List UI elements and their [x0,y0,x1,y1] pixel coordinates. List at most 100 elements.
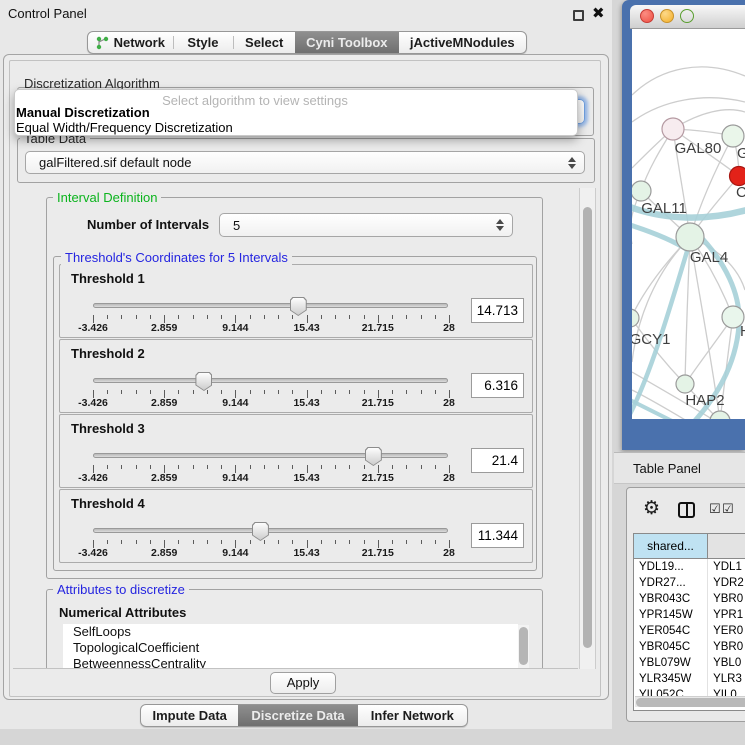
table-horizontal-scrollbar[interactable] [635,696,745,707]
apply-button[interactable]: Apply [270,672,336,694]
threshold-4-value-field[interactable]: 11.344 [471,523,524,548]
network-canvas[interactable]: GAL80 G C GAL11 GAL4 GCY1 H HAP2 [632,29,745,419]
slider-thumb[interactable] [290,297,307,316]
node-label-gcy1: GCY1 [632,331,670,348]
tab-select[interactable]: Select [233,32,295,53]
tab-infer-network[interactable]: Infer Network [358,705,467,726]
threshold-4-box: Threshold 4 -3.4262.8599.14415.4321.7152… [59,489,533,563]
node-red-selected[interactable] [730,167,745,186]
table-row[interactable]: YLR345WYLR3 [634,671,745,687]
threshold-3-value-field[interactable]: 21.4 [471,448,524,473]
close-traffic-light-icon[interactable] [640,9,654,23]
node-hap2[interactable] [676,375,694,393]
minimize-traffic-light-icon[interactable] [660,9,674,23]
slider-thumb[interactable] [365,447,382,466]
threshold-2-value-field[interactable]: 6.316 [471,373,524,398]
checkbox-icon[interactable]: ☑ [709,501,721,517]
node-label-gal11: GAL11 [641,200,687,217]
table-panel-window: ⚙ ☑ ☑ shared... n YDL19...YDL1YDR27...YD… [626,487,745,722]
threshold-3-box: Threshold 3 -3.4262.8599.14415.4321.7152… [59,414,533,488]
scrollbar-thumb[interactable] [636,698,745,707]
attribute-list-item[interactable]: TopologicalCoefficient [63,640,518,656]
table-row[interactable]: YER054CYER0 [634,623,745,639]
tab-jactivemnodules[interactable]: jActiveMNodules [399,32,526,53]
node-gcy1[interactable] [632,309,639,327]
network-view-window[interactable]: GAL80 G C GAL11 GAL4 GCY1 H HAP2 [622,0,745,450]
screenshot-stage: Control Panel ✖ Network Style Se [0,0,745,745]
table-row[interactable]: YBR045CYBR0 [634,639,745,655]
column-header-name[interactable]: n [708,534,745,558]
node-label-g: G [737,145,745,162]
node-attribute-table: shared... n YDL19...YDL1YDR27...YDR2YBR0… [633,533,745,711]
table-body: YDL19...YDL1YDR27...YDR2YBR043CYBR0YPR14… [634,559,745,703]
tab-style[interactable]: Style [173,32,234,53]
float-window-icon[interactable] [573,10,584,21]
thresholds-group: Threshold's Coordinates for 5 Intervals … [53,256,537,571]
attribute-list-item[interactable]: SelfLoops [63,624,518,640]
threshold-1-label: Threshold 1 [71,271,145,286]
settings-vertical-scrollbar[interactable] [579,188,596,669]
number-of-intervals-value: 5 [233,218,240,233]
algorithm-dropdown-popup: Select algorithm to view settings Manual… [14,89,578,136]
interval-definition-group-label: Interval Definition [53,190,161,205]
algorithm-item-equal-width[interactable]: Equal Width/Frequency Discretization [16,120,233,135]
attributes-list-scrollbar[interactable] [518,625,529,669]
attribute-list-item[interactable]: BetweennessCentrality [63,656,518,669]
table-data-value: galFiltered.sif default node [39,155,191,170]
table-row[interactable]: YDL19...YDL1 [634,559,745,575]
node-label-gal80: GAL80 [675,140,722,157]
node-gal80[interactable] [662,118,684,140]
checkbox-icon[interactable]: ☑ [722,501,734,517]
threshold-1-slider[interactable] [93,303,448,308]
node-g[interactable] [722,125,744,147]
node-gal11[interactable] [632,181,651,201]
network-graph: GAL80 G C GAL11 GAL4 GCY1 H HAP2 [632,29,745,419]
threshold-4-slider[interactable] [93,528,448,533]
threshold-2-label: Threshold 2 [71,346,145,361]
control-panel-titlebar: Control Panel ✖ [0,0,612,26]
node-gal4[interactable] [676,223,704,251]
table-data-combobox[interactable]: galFiltered.sif default node [25,151,585,174]
algorithm-item-manual[interactable]: Manual Discretization [16,105,150,120]
network-icon [96,36,109,50]
gear-icon[interactable]: ⚙ [643,499,660,518]
slider-scale-labels: -3.4262.8599.14415.4321.71528 [93,322,449,334]
slider-thumb[interactable] [252,522,269,541]
top-tab-bar: Network Style Select Cyni Toolbox jActiv… [87,31,527,54]
tab-network[interactable]: Network [88,32,173,53]
table-row[interactable]: YDR27...YDR2 [634,575,745,591]
threshold-1-box: Threshold 1 -3.4262.8599.14415.4321.7152… [59,264,533,338]
zoom-traffic-light-icon[interactable] [680,9,694,23]
close-icon[interactable]: ✖ [592,4,605,22]
table-row[interactable]: YBR043CYBR0 [634,591,745,607]
node-label-hap2: HAP2 [685,392,724,409]
number-of-intervals-spinner[interactable]: 5 [219,213,513,237]
control-panel-window: Control Panel ✖ Network Style Se [0,0,612,729]
settings-scroll-viewport: Interval Definition Number of Intervals … [13,186,578,669]
table-panel-title: Table Panel [633,461,701,476]
slider-thumb[interactable] [195,372,212,391]
slider-scale-labels: -3.4262.8599.14415.4321.71528 [93,397,449,409]
combo-arrows-icon [568,157,576,169]
thresholds-group-label: Threshold's Coordinates for 5 Intervals [61,250,292,265]
tab-impute-data[interactable]: Impute Data [141,705,238,726]
scrollbar-thumb[interactable] [583,207,592,648]
slider-scale-labels: -3.4262.8599.14415.4321.71528 [93,547,449,559]
numerical-attributes-label: Numerical Attributes [55,605,190,620]
bottom-tab-bar: Impute Data Discretize Data Infer Networ… [140,704,468,727]
threshold-1-value-field[interactable]: 14.713 [471,298,524,323]
threshold-2-box: Threshold 2 -3.4262.8599.14415.4321.7152… [59,339,533,413]
column-header-shared[interactable]: shared... [634,534,708,558]
table-row[interactable]: YBL079WYBL0 [634,655,745,671]
spinner-arrows-icon [496,219,504,231]
slider-scale-labels: -3.4262.8599.14415.4321.71528 [93,472,449,484]
network-window-titlebar [630,5,745,29]
threshold-3-slider[interactable] [93,453,448,458]
threshold-2-slider[interactable] [93,378,448,383]
tab-discretize-data[interactable]: Discretize Data [238,705,357,726]
split-columns-icon[interactable] [678,502,695,518]
table-row[interactable]: YPR145WYPR1 [634,607,745,623]
numerical-attributes-list[interactable]: SelfLoopsTopologicalCoefficientBetweenne… [63,624,518,669]
node-bottom[interactable] [710,411,730,419]
tab-cyni-toolbox[interactable]: Cyni Toolbox [295,32,399,53]
